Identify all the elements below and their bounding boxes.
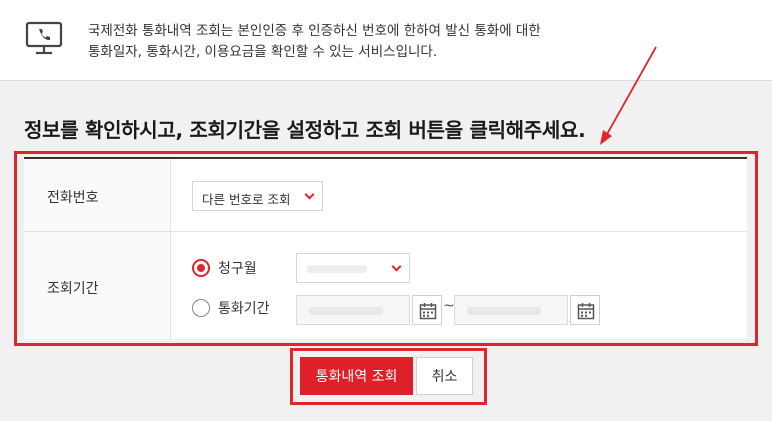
start-date-input[interactable] — [296, 295, 410, 325]
search-call-history-button[interactable]: 통화내역 조회 — [300, 357, 413, 395]
billing-month-select[interactable] — [296, 253, 410, 283]
blurred-month-value — [307, 265, 367, 273]
label-column — [24, 159, 171, 339]
chevron-down-icon — [304, 189, 315, 200]
notice-line-1: 국제전화 통화내역 조회는 본인인증 후 인증하신 번호에 한하여 발신 통화에… — [88, 23, 541, 39]
radio-call-period-label[interactable]: 통화기간 — [218, 298, 270, 318]
radio-billing-month-label[interactable]: 청구월 — [218, 258, 257, 278]
range-separator: ~ — [443, 298, 455, 314]
blurred-end-date — [467, 307, 541, 315]
radio-call-period[interactable] — [192, 299, 210, 317]
chevron-down-icon — [391, 261, 402, 272]
phone-select[interactable]: 다른 번호로 조회 — [192, 181, 323, 211]
service-notice: 국제전화 통화내역 조회는 본인인증 후 인증하신 번호에 한하여 발신 통화에… — [0, 0, 772, 81]
blurred-start-date — [309, 307, 383, 315]
phone-select-value: 다른 번호로 조회 — [202, 192, 291, 207]
row-divider — [24, 231, 747, 232]
calendar-icon[interactable] — [412, 295, 442, 325]
notice-text: 국제전화 통화내역 조회는 본인인증 후 인증하신 번호에 한하여 발신 통화에… — [88, 21, 541, 63]
search-form: 전화번호 다른 번호로 조회 조회기간 청구월 통화기간 ~ — [24, 157, 747, 339]
radio-billing-month[interactable] — [192, 259, 210, 277]
phone-label: 전화번호 — [47, 190, 99, 206]
instruction-heading: 정보를 확인하시고, 조회기간을 설정하고 조회 버튼을 클릭해주세요. — [24, 118, 586, 142]
notice-line-2: 통화일자, 통화시간, 이용요금을 확인할 수 있는 서비스입니다. — [88, 44, 438, 60]
cancel-button[interactable]: 취소 — [416, 357, 473, 395]
period-label: 조회기간 — [47, 281, 99, 297]
monitor-phone-icon — [25, 21, 63, 55]
end-date-input[interactable] — [454, 295, 568, 325]
calendar-icon[interactable] — [570, 295, 600, 325]
